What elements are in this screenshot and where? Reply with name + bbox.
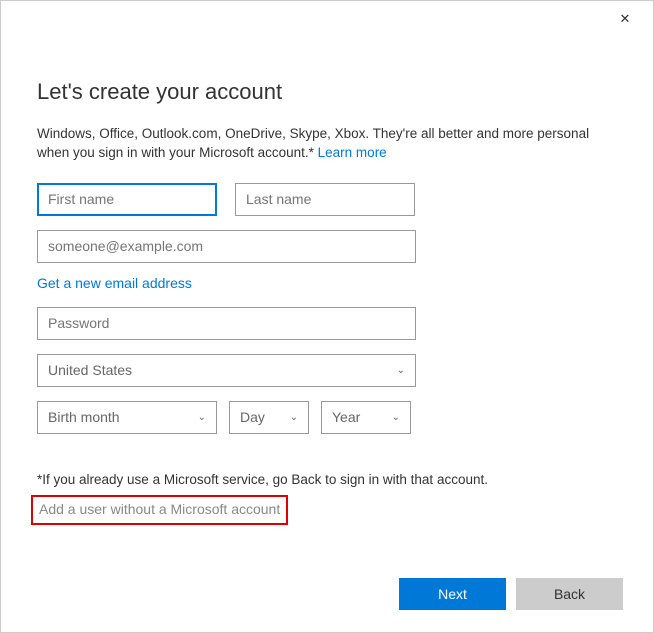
birth-year-select[interactable]: Year ⌄ [321, 401, 411, 434]
close-icon: ✕ [620, 11, 631, 27]
description-text: Windows, Office, Outlook.com, OneDrive, … [37, 125, 617, 163]
new-email-link[interactable]: Get a new email address [37, 275, 192, 291]
last-name-input[interactable] [235, 183, 415, 216]
page-title: Let's create your account [37, 79, 617, 105]
chevron-down-icon: ⌄ [198, 412, 206, 423]
chevron-down-icon: ⌄ [392, 412, 400, 423]
birth-month-select[interactable]: Birth month ⌄ [37, 401, 217, 434]
chevron-down-icon: ⌄ [290, 412, 298, 423]
add-user-without-ms-link[interactable]: Add a user without a Microsoft account [39, 501, 280, 517]
birth-month-label: Birth month [48, 409, 120, 425]
birth-day-select[interactable]: Day ⌄ [229, 401, 309, 434]
email-input[interactable] [37, 230, 416, 263]
first-name-input[interactable] [37, 183, 217, 216]
country-selected-label: United States [48, 362, 132, 378]
next-button[interactable]: Next [399, 578, 506, 610]
birth-year-label: Year [332, 409, 360, 425]
learn-more-link[interactable]: Learn more [318, 145, 387, 160]
footer-note: *If you already use a Microsoft service,… [37, 472, 617, 487]
alt-user-highlight-box: Add a user without a Microsoft account [31, 495, 288, 525]
back-button[interactable]: Back [516, 578, 623, 610]
chevron-down-icon: ⌄ [397, 365, 405, 376]
password-input[interactable] [37, 307, 416, 340]
close-button[interactable]: ✕ [605, 5, 645, 33]
country-select[interactable]: United States ⌄ [37, 354, 416, 387]
birth-day-label: Day [240, 409, 265, 425]
